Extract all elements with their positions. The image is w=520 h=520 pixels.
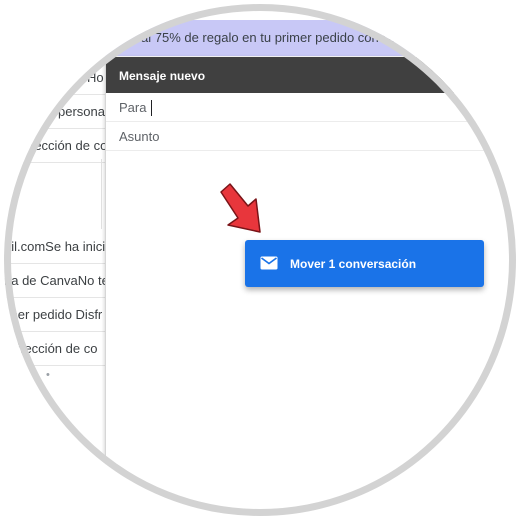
drag-conversation-chip[interactable]: Mover 1 conversación — [245, 240, 484, 287]
inbox-row[interactable]: ail.comSe ha inici — [4, 230, 108, 264]
inbox-row-snippet: dirección de co — [10, 341, 98, 356]
compose-title: Mensaje nuevo — [119, 69, 206, 83]
inbox-row[interactable]: imer pedido Disfr — [4, 298, 108, 332]
inbox-row[interactable]: rección de co — [4, 129, 108, 163]
inbox-row-snippet: imer pedido Disfr — [4, 307, 103, 322]
inbox-row-snippet: ail.comSe ha inici — [4, 239, 106, 254]
inbox-row[interactable]: ña de CanvaNo te — [4, 264, 109, 298]
text-caret — [151, 100, 152, 116]
inbox-row-snippet: ña de CanvaNo te — [4, 273, 109, 288]
magnified-view: al 75% de regalo en tu primer pedido con… — [4, 4, 516, 516]
bullet-icon: • — [46, 369, 50, 381]
inbox-row[interactable]: Ho — [4, 61, 108, 95]
inbox-row-snippet: Ho — [87, 70, 104, 85]
drag-label: Mover 1 conversación — [290, 257, 417, 271]
inbox-row[interactable]: personal — [4, 95, 108, 129]
subject-field[interactable]: Asunto — [106, 122, 516, 151]
to-field[interactable]: Para — [106, 93, 516, 122]
inbox-row-snippet: rección de co — [30, 138, 108, 153]
compose-header[interactable]: Mensaje nuevo — [106, 57, 516, 93]
inbox-row-snippet: personal — [58, 104, 108, 119]
divider — [101, 159, 102, 229]
subject-label: Asunto — [119, 129, 160, 144]
inbox-row[interactable]: dirección de co — [4, 332, 108, 366]
red-arrow-icon — [220, 183, 261, 233]
to-label: Para — [119, 100, 147, 115]
promo-text: al 75% de regalo en tu primer pedido con… — [141, 30, 423, 45]
envelope-icon — [260, 256, 278, 270]
